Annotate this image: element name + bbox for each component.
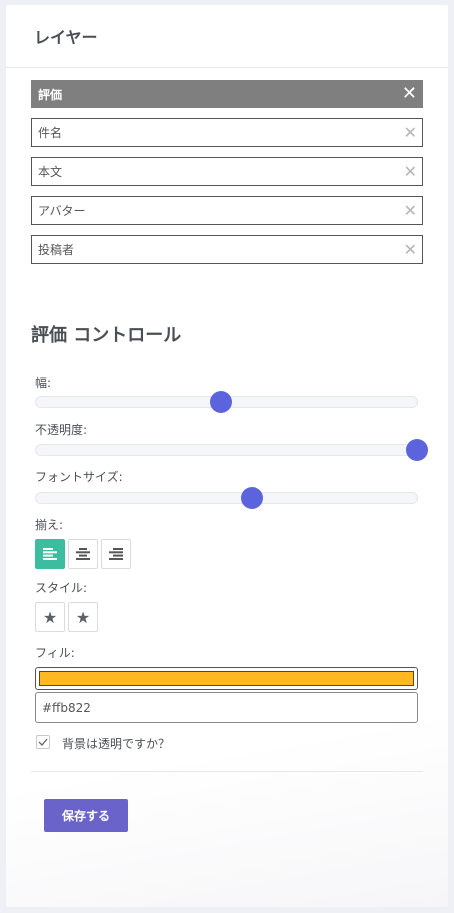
font-size-slider[interactable] bbox=[35, 487, 418, 509]
save-button[interactable]: 保存する bbox=[44, 799, 128, 832]
opacity-slider[interactable] bbox=[35, 439, 428, 461]
width-label: 幅: bbox=[35, 376, 52, 390]
close-icon[interactable]: ✕ bbox=[404, 202, 417, 219]
close-icon[interactable]: ✕ bbox=[404, 124, 417, 141]
transparent-bg-checkbox[interactable] bbox=[36, 735, 50, 749]
star-icon: ★ bbox=[42, 607, 58, 627]
layer-item-author[interactable]: 投稿者 ✕ bbox=[31, 235, 423, 264]
align-right-button[interactable] bbox=[101, 539, 131, 569]
opacity-label: 不透明度: bbox=[35, 423, 88, 437]
align-right-icon bbox=[109, 548, 123, 560]
fill-color-swatch bbox=[39, 671, 414, 686]
layer-label: 投稿者 bbox=[38, 243, 75, 257]
style-button-1[interactable]: ★ bbox=[35, 602, 65, 632]
layer-label: アバター bbox=[38, 204, 86, 218]
layer-item-body[interactable]: 本文 ✕ bbox=[31, 157, 423, 186]
width-slider-handle[interactable] bbox=[209, 391, 232, 413]
close-icon[interactable]: ✕ bbox=[404, 163, 417, 180]
layer-label: 本文 bbox=[38, 165, 63, 179]
layer-item-avatar[interactable]: アバター ✕ bbox=[31, 196, 423, 225]
align-left-button[interactable] bbox=[35, 539, 65, 569]
check-icon bbox=[38, 738, 48, 746]
star-icon: ★ bbox=[75, 607, 91, 627]
style-label: スタイル: bbox=[35, 581, 88, 595]
divider bbox=[31, 771, 423, 772]
align-left-icon bbox=[43, 548, 57, 560]
fill-color-picker[interactable] bbox=[35, 667, 418, 690]
panel-header: レイヤー bbox=[6, 5, 448, 68]
align-label: 揃え: bbox=[35, 518, 64, 532]
layer-item-rating[interactable]: 評価 ✕ bbox=[31, 80, 423, 108]
align-center-button[interactable] bbox=[68, 539, 98, 569]
style-button-2[interactable]: ★ bbox=[68, 602, 98, 632]
align-center-icon bbox=[76, 548, 90, 560]
controls-title: 評価 コントロール bbox=[31, 325, 182, 346]
layer-label: 評価 bbox=[38, 87, 63, 102]
opacity-slider-handle[interactable] bbox=[406, 439, 428, 461]
layer-list: 評価 ✕ 件名 ✕ 本文 ✕ アバター ✕ 投稿者 ✕ bbox=[31, 80, 423, 274]
fill-hex-input[interactable] bbox=[35, 692, 418, 723]
style-button-group: ★ ★ bbox=[35, 602, 98, 632]
close-icon[interactable]: ✕ bbox=[404, 241, 417, 258]
transparent-bg-label: 背景は透明ですか？ bbox=[62, 737, 171, 751]
font-size-slider-handle[interactable] bbox=[241, 487, 264, 509]
layer-label: 件名 bbox=[38, 126, 63, 140]
width-slider[interactable] bbox=[35, 391, 418, 413]
panel-title: レイヤー bbox=[34, 28, 98, 47]
layer-item-subject[interactable]: 件名 ✕ bbox=[31, 118, 423, 147]
font-size-label: フォントサイズ: bbox=[35, 470, 123, 484]
layer-panel: レイヤー 評価 ✕ 件名 ✕ 本文 ✕ アバター ✕ 投稿者 ✕ 評価 コントロ… bbox=[6, 5, 448, 907]
fill-label: フィル: bbox=[35, 646, 75, 660]
align-button-group bbox=[35, 539, 131, 569]
close-icon[interactable]: ✕ bbox=[402, 85, 417, 103]
